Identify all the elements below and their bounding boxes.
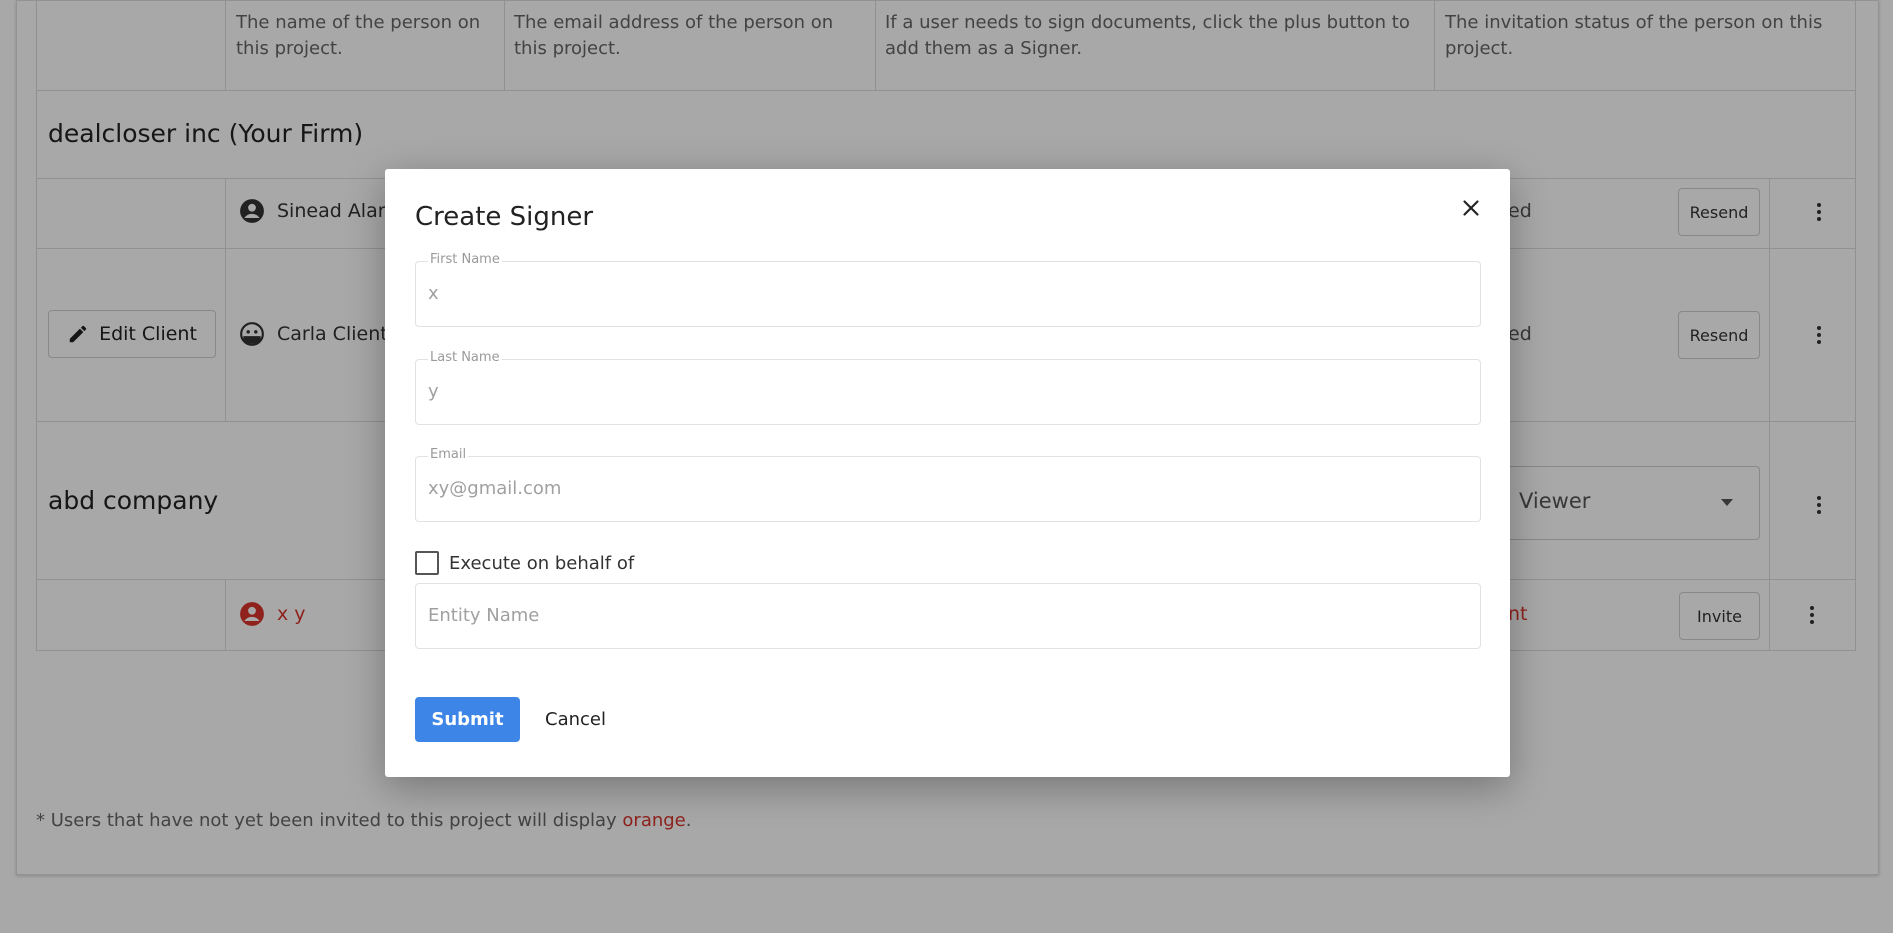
execute-on-behalf-label: Execute on behalf of (449, 552, 635, 574)
submit-button[interactable]: Submit (415, 697, 520, 742)
execute-on-behalf-checkbox[interactable] (415, 551, 439, 575)
first-name-value: x (428, 283, 439, 304)
last-name-label: Last Name (428, 350, 502, 365)
entity-name-input[interactable]: Entity Name (415, 583, 1481, 649)
execute-on-behalf-row: Execute on behalf of (415, 551, 634, 575)
create-signer-dialog: Create Signer First Name x Last Name y E… (385, 169, 1510, 777)
email-field[interactable]: Email xy@gmail.com (415, 447, 1481, 522)
email-value: xy@gmail.com (428, 478, 562, 499)
modal-title: Create Signer (415, 202, 594, 232)
email-label: Email (428, 447, 469, 462)
entity-name-placeholder: Entity Name (428, 605, 540, 626)
first-name-field[interactable]: First Name x (415, 252, 1481, 327)
close-icon[interactable] (1458, 195, 1484, 221)
cancel-button[interactable]: Cancel (545, 709, 606, 730)
first-name-label: First Name (428, 252, 502, 267)
last-name-field[interactable]: Last Name y (415, 350, 1481, 425)
last-name-value: y (428, 381, 439, 402)
